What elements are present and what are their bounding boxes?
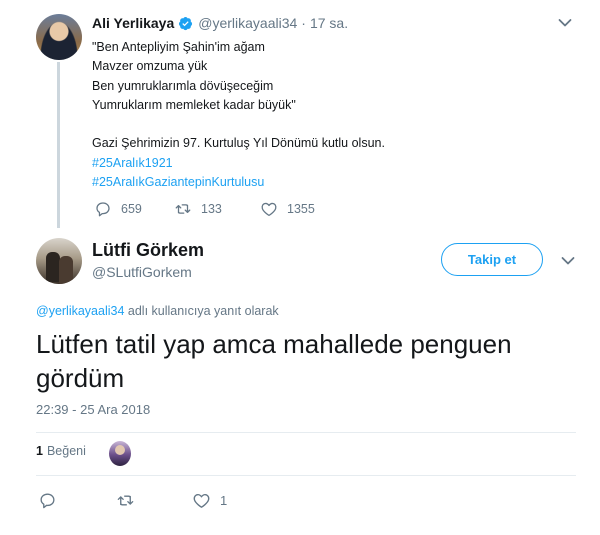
parent-tweet-time[interactable]: 17 sa. [310, 15, 348, 31]
reply-icon [40, 493, 55, 509]
heart-icon [261, 202, 277, 217]
heart-icon [193, 493, 210, 508]
divider [36, 432, 576, 433]
tweet-text: Lütfen tatil yap amca mahallede penguen … [36, 329, 512, 393]
likes-stat-label: Beğeni [46, 444, 86, 458]
retweet-count: 133 [201, 202, 222, 216]
retweet-icon [117, 495, 134, 506]
parent-tweet-actions: 659 133 1355 [94, 200, 350, 218]
parent-tweet-text: "Ben Antepliyim Şahin'im ağam Mavzer omz… [92, 38, 385, 192]
parent-tweet[interactable]: Ali Yerlikaya @yerlikayaali34 · 17 sa. "… [0, 0, 600, 228]
reply-mention-link[interactable]: @yerlikayaali34 [36, 304, 124, 318]
verified-badge-icon [179, 16, 193, 30]
reply-button[interactable] [38, 491, 116, 510]
like-button[interactable]: 1355 [260, 200, 350, 218]
like-count: 1 [220, 493, 228, 508]
avatar-figure [46, 252, 60, 282]
reply-context-text: adlı kullanıcıya yanıt olarak [124, 304, 279, 318]
author-avatar[interactable] [36, 238, 82, 284]
tweet-timestamp[interactable]: 22:39 - 25 Ara 2018 [36, 402, 150, 417]
reply-context: @yerlikayaali34 adlı kullanıcıya yanıt o… [36, 304, 279, 318]
tweet-line: Yumruklarım memleket kadar büyük" [92, 97, 296, 112]
hashtag-link[interactable]: #25AralıkGaziantepinKurtulusu [92, 173, 385, 192]
avatar-figure [59, 256, 73, 284]
retweet-icon [175, 204, 191, 214]
chevron-down-icon[interactable] [558, 18, 572, 28]
hashtag-link[interactable]: #25Aralık1921 [92, 154, 385, 173]
reply-button[interactable]: 659 [94, 200, 174, 218]
parent-author-handle[interactable]: @yerlikayaali34 [198, 15, 297, 31]
retweet-button[interactable]: 133 [174, 200, 260, 218]
engagement-stats[interactable]: 1 Beğeni [36, 444, 86, 458]
author-handle[interactable]: @SLutfiGorkem [92, 264, 192, 280]
parent-author-name[interactable]: Ali Yerlikaya [92, 15, 174, 31]
tweet-actions: 1 [38, 491, 252, 510]
liker-avatar[interactable] [109, 441, 131, 466]
author-name[interactable]: Lütfi Görkem [92, 240, 204, 261]
tweet-line: "Ben Antepliyim Şahin'im ağam [92, 40, 265, 54]
parent-author-avatar[interactable] [36, 14, 82, 60]
reply-icon [96, 202, 110, 217]
likes-stat-count: 1 [36, 444, 43, 458]
chevron-down-icon[interactable] [561, 256, 575, 266]
like-count: 1355 [287, 202, 315, 216]
tweet-line: Ben yumruklarımla dövüşeceğim [92, 78, 274, 93]
parent-tweet-header: Ali Yerlikaya @yerlikayaali34 · 17 sa. [92, 15, 348, 31]
divider [36, 475, 576, 476]
retweet-button[interactable] [116, 491, 192, 510]
separator-dot: · [301, 15, 306, 31]
thread-connector-line [57, 62, 60, 228]
tweet-line: Gazi Şehrimizin 97. Kurtuluş Yıl Dönümü … [92, 136, 385, 151]
reply-count: 659 [121, 202, 142, 216]
like-button[interactable]: 1 [192, 491, 252, 510]
follow-button[interactable]: Takip et [441, 243, 543, 276]
tweet-line: Mavzer omzuma yük [92, 59, 208, 74]
